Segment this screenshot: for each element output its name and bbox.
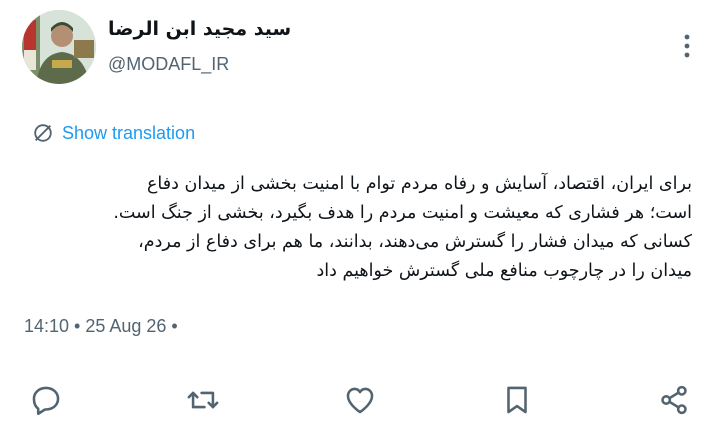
reply-icon: [32, 386, 60, 416]
tweet-text: برای ایران، اقتصاد، آسایش و رفاه مردم تو…: [24, 170, 692, 286]
action-bar: [24, 378, 696, 422]
bookmark-icon: [507, 386, 527, 414]
translate-icon: [34, 124, 52, 142]
share-button[interactable]: [652, 378, 696, 422]
tweet-text-line: کسانی که میدان فشار را گسترش می‌دهند، بد…: [138, 232, 692, 252]
like-button[interactable]: [338, 378, 382, 422]
retweet-button[interactable]: [181, 378, 225, 422]
show-translation-button[interactable]: Show translation: [32, 122, 195, 144]
share-icon: [661, 385, 687, 415]
username-handle[interactable]: @MODAFL_IR: [108, 54, 229, 75]
tweet-timestamp[interactable]: 14:10 • 25 Aug 26 •: [24, 316, 178, 337]
tweet-text-line: برای ایران، اقتصاد، آسایش و رفاه مردم تو…: [146, 174, 692, 194]
more-options-icon[interactable]: [682, 32, 692, 60]
tweet-text-line: است؛ هر فشاری که معیشت و امنیت مردم را ه…: [113, 203, 692, 223]
retweet-icon: [187, 391, 219, 409]
like-icon: [346, 387, 374, 414]
bookmark-button[interactable]: [495, 378, 539, 422]
avatar[interactable]: [22, 10, 96, 84]
reply-button[interactable]: [24, 378, 68, 422]
display-name[interactable]: سید مجید ابن الرضا: [108, 18, 291, 40]
avatar-image: [22, 10, 96, 84]
tweet-text-line: میدان را در چارچوب منافع ملی گسترش خواهی…: [316, 261, 692, 281]
show-translation-label[interactable]: Show translation: [62, 123, 195, 144]
